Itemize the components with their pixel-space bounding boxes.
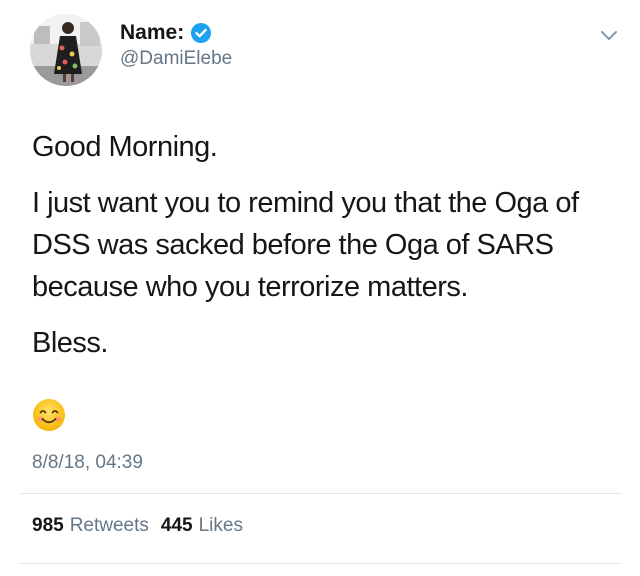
likes-stat[interactable]: 445 Likes xyxy=(161,515,243,537)
likes-count: 445 xyxy=(160,515,193,536)
likes-label: Likes xyxy=(198,515,243,536)
tweet-header: Name: @DamiElebe xyxy=(30,14,620,86)
tweet-paragraph: I just want you to remind you that the O… xyxy=(32,187,579,303)
tweet-paragraph: Bless. xyxy=(32,327,108,359)
name-row: Name: xyxy=(120,20,212,46)
chevron-down-icon[interactable] xyxy=(598,24,620,46)
divider xyxy=(20,563,622,564)
engagement-stats: 985 Retweets 445 Likes xyxy=(32,515,255,537)
divider xyxy=(20,493,622,494)
tweet-timestamp[interactable]: 8/8/18, 04:39 xyxy=(32,452,143,474)
display-name[interactable]: Name: xyxy=(120,21,184,45)
retweets-label: Retweets xyxy=(69,515,149,536)
retweets-stat[interactable]: 985 Retweets xyxy=(32,515,149,537)
retweets-count: 985 xyxy=(32,515,64,536)
profile-photo-icon xyxy=(30,14,102,86)
avatar[interactable] xyxy=(30,14,102,86)
tweet-paragraph: Good Morning. xyxy=(32,131,218,163)
tweet-text: Good Morning. I just want you to remind … xyxy=(32,126,622,364)
verified-badge-icon xyxy=(190,22,212,44)
user-handle[interactable]: @DamiElebe xyxy=(120,48,232,70)
smiling-face-icon xyxy=(32,398,66,432)
tweet-card: Name: @DamiElebe Good Morning. I just wa… xyxy=(0,0,640,576)
